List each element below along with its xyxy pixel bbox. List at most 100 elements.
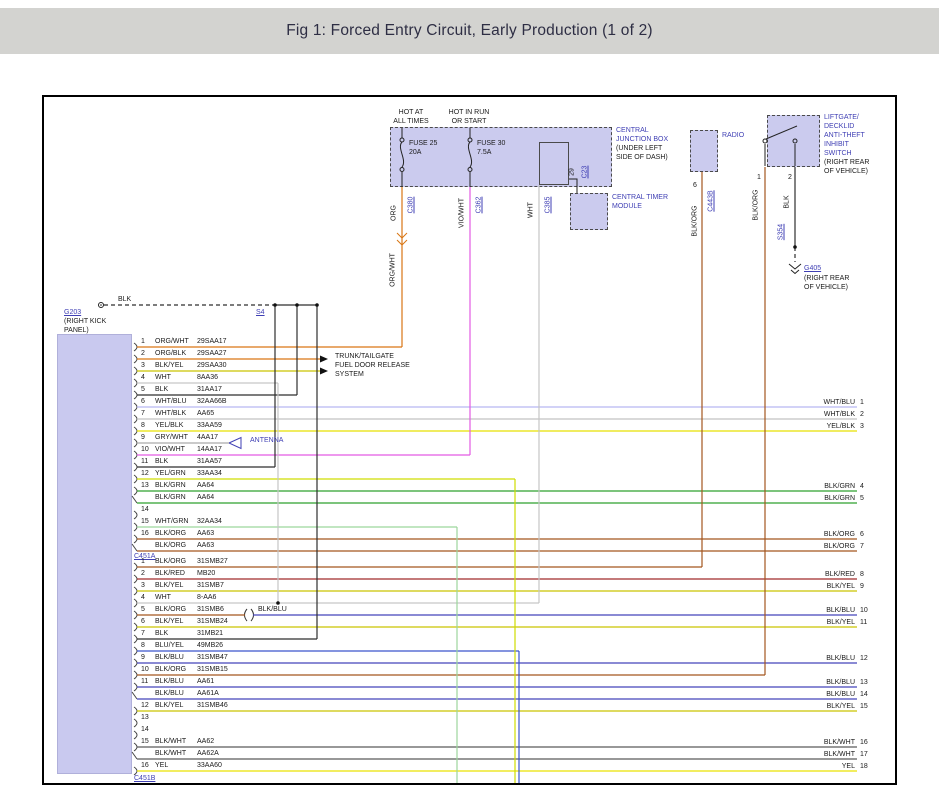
connector-c443b[interactable]: C443B — [707, 190, 716, 211]
right-wire-label: BLK/WHT — [685, 738, 855, 747]
connector-row: BLK/GRNAA64 — [141, 494, 214, 502]
connector-row: 5BLK31AA17 — [141, 386, 222, 394]
pin-number: 8 — [141, 422, 155, 430]
circuit-number: 31SMB6 — [197, 606, 224, 613]
circuit-number: 31SMB27 — [197, 558, 228, 565]
connector-c385[interactable]: C385 — [544, 197, 553, 214]
right-pin-number: 8 — [860, 570, 864, 579]
diagram-canvas: HOT ATALL TIMES HOT IN RUNOR START FUSE … — [42, 95, 897, 785]
connector-c451b[interactable]: C451B — [134, 774, 155, 783]
pin-bracket — [132, 496, 137, 503]
connector-row: 2ORG/BLK29SAA27 — [141, 350, 227, 358]
pin-bracket — [134, 635, 137, 643]
pin-number: 7 — [141, 410, 155, 418]
circuit-number: 29SAA30 — [197, 362, 227, 369]
liftgate-pin-2: 2 — [788, 173, 792, 182]
connector-row: 14 — [141, 506, 197, 514]
pin-number: 2 — [141, 350, 155, 358]
circuit-number: 31AA57 — [197, 458, 222, 465]
wire-name: BLK/GRN — [155, 482, 197, 490]
circuit-number: 29SAA27 — [197, 350, 227, 357]
antenna-label: ANTENNA — [250, 436, 283, 445]
pin-number: 16 — [141, 762, 155, 770]
wire-name: BLK/YEL — [155, 702, 197, 710]
connector-row: 9GRY/WHT4AA17 — [141, 434, 218, 442]
connector-c23[interactable]: C23 — [581, 166, 590, 179]
connector-row: 7WHT/BLKAA65 — [141, 410, 214, 418]
wire-name: BLK/ORG — [155, 666, 197, 674]
connector-row: 15BLK/WHTAA62 — [141, 738, 214, 746]
connector-row: 15WHT/GRN32AA34 — [141, 518, 222, 526]
antenna-symbol — [229, 438, 241, 449]
circuit-number: AA62 — [197, 738, 214, 745]
pin-bracket — [132, 692, 137, 699]
ground-g405[interactable]: G405 — [804, 264, 821, 273]
circuit-number: 8AA36 — [197, 374, 218, 381]
connector-row: BLK/BLUAA61A — [141, 690, 219, 698]
right-pin-number: 10 — [860, 606, 868, 615]
central-timer-module-box — [570, 193, 608, 230]
wire-label-org-wht: ORG/WHT — [389, 253, 398, 287]
pin-bracket — [134, 511, 137, 519]
wire-label-org: ORG — [390, 205, 399, 221]
pin-bracket — [134, 343, 137, 351]
right-pin-number: 13 — [860, 678, 868, 687]
connector-row: 7BLK31MB21 — [141, 630, 223, 638]
right-pin-number: 2 — [860, 410, 864, 419]
pin-number: 9 — [141, 654, 155, 662]
connector-row: 8YEL/BLK33AA59 — [141, 422, 222, 430]
cjb-label: CENTRAL JUNCTION BOX (UNDER LEFT SIDE OF… — [616, 126, 668, 162]
pin-number: 13 — [141, 482, 155, 490]
pin-bracket — [134, 719, 137, 727]
trunk-release-label: TRUNK/TAILGATE FUEL DOOR RELEASE SYSTEM — [335, 352, 410, 379]
connector-row: 6BLK/YEL31SMB24 — [141, 618, 228, 626]
splice-s4[interactable]: S4 — [256, 308, 265, 317]
org-splice-symbol — [397, 233, 407, 245]
right-pin-number: 12 — [860, 654, 868, 663]
pin-number: 3 — [141, 362, 155, 370]
connector-row: 1BLK/ORG31SMB27 — [141, 558, 228, 566]
wire-name: ORG/BLK — [155, 350, 197, 358]
circuit-number: AA62A — [197, 750, 219, 757]
radio-pin-6: 6 — [693, 181, 697, 190]
pin-bracket — [134, 403, 137, 411]
wire-name: WHT — [155, 374, 197, 382]
right-wire-label: BLK/BLU — [685, 654, 855, 663]
wire-name: ORG/WHT — [155, 338, 197, 346]
wire-name: WHT — [155, 594, 197, 602]
right-wire-label: BLK/RED — [685, 570, 855, 579]
pin-number: 11 — [141, 678, 155, 686]
liftgate-switch-label: LIFTGATE/ DECKLID ANTI-THEFT INHIBIT SWI… — [824, 113, 869, 176]
connector-row: 1ORG/WHT29SAA17 — [141, 338, 227, 346]
connector-row: 2BLK/REDMB20 — [141, 570, 215, 578]
wire-name: WHT/BLU — [155, 398, 197, 406]
right-wire-label: BLK/WHT — [685, 750, 855, 759]
right-pin-number: 17 — [860, 750, 868, 759]
circuit-number: MB20 — [197, 570, 215, 577]
pin-bracket — [134, 451, 137, 459]
circuit-number: AA65 — [197, 410, 214, 417]
pin-bracket — [134, 487, 137, 495]
fuse30-label: FUSE 307.5A — [477, 139, 505, 157]
pin-bracket — [134, 563, 137, 571]
wire-name: BLK/ORG — [155, 542, 197, 550]
right-wire-label: WHT/BLU — [685, 398, 855, 407]
wire-name: BLK — [155, 458, 197, 466]
wire-name: BLK/WHT — [155, 750, 197, 758]
connector-c362[interactable]: C362 — [475, 197, 484, 214]
pin-bracket — [134, 475, 137, 483]
pin-bracket — [134, 427, 137, 435]
splice-s354[interactable]: S354 — [777, 224, 786, 240]
right-wire-label: YEL/BLK — [685, 422, 855, 431]
inline-wire-label-blk-blu: BLK/BLU — [258, 605, 287, 614]
connector-row: 13 — [141, 714, 197, 722]
figure-title: Fig 1: Forced Entry Circuit, Early Produ… — [286, 22, 653, 40]
cjb-internal-module — [539, 142, 569, 185]
wire-name: BLK — [155, 386, 197, 394]
pin-bracket — [134, 439, 137, 447]
connector-c380[interactable]: C380 — [407, 197, 416, 214]
ground-g203[interactable]: G203 — [64, 308, 81, 317]
g203-location: (RIGHT KICKPANEL) — [64, 317, 106, 335]
pin-number: 16 — [141, 530, 155, 538]
pin-number: 15 — [141, 518, 155, 526]
